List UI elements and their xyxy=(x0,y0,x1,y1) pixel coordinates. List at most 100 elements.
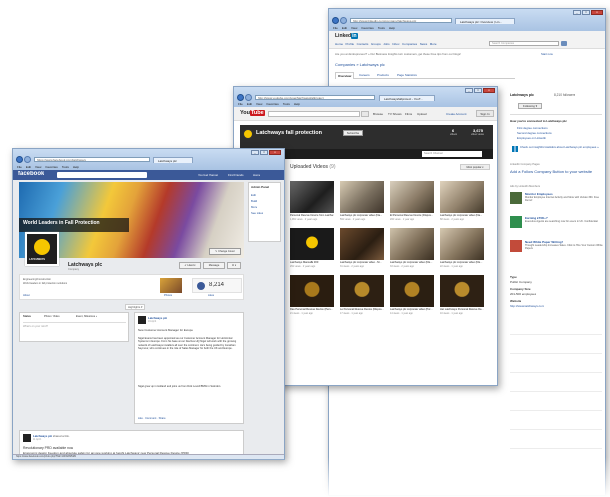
maximize-button[interactable]: □ xyxy=(474,88,482,93)
photos-link[interactable]: Photos xyxy=(164,294,172,297)
likes-link[interactable]: Likes xyxy=(208,294,214,297)
admin-item[interactable]: See Likes xyxy=(251,211,263,215)
close-button[interactable]: x xyxy=(483,88,495,93)
video-thumbnail[interactable] xyxy=(390,181,434,213)
connection-link[interactable]: Second degree connections xyxy=(517,131,552,135)
menu-item[interactable]: Tools xyxy=(283,102,290,106)
menu-item[interactable]: Help xyxy=(389,26,395,30)
video-title[interactable]: Latchways plc corporate video (Fla... xyxy=(440,214,484,217)
connection-link[interactable]: Employees on LinkedIn xyxy=(517,136,546,140)
video-title[interactable]: Latchways plc corporate video - M... xyxy=(340,261,384,264)
change-cover-button[interactable]: ✎ Change Cover xyxy=(209,248,241,255)
video-title[interactable]: Latchways plc corporate video (Por... xyxy=(390,308,434,311)
maximize-button[interactable]: □ xyxy=(260,150,268,155)
insightful-link[interactable]: Check out insightful statistics about La… xyxy=(520,146,602,149)
menu-item[interactable]: File xyxy=(238,102,243,106)
tab-products[interactable]: Products xyxy=(377,73,389,77)
admin-item[interactable]: Build xyxy=(251,199,257,203)
close-button[interactable]: x xyxy=(269,150,281,155)
nav-item[interactable]: Home xyxy=(335,42,343,46)
admin-item[interactable]: Edit xyxy=(251,193,256,197)
video-thumbnail[interactable] xyxy=(390,275,434,307)
video-title[interactable]: Das Personal Rescue Device (Pers... xyxy=(290,308,334,311)
browser-tab[interactable]: Latchwaysfallprotect - YouT... xyxy=(379,95,435,101)
promo-link[interactable]: Start now xyxy=(541,52,553,56)
menu-item[interactable]: View xyxy=(351,26,357,30)
search-input[interactable]: Search Companies xyxy=(489,41,559,46)
video-title[interactable]: Latchways plc corporate video (Dis... xyxy=(440,261,484,264)
composer-tab-photo[interactable]: Photo / Video xyxy=(44,315,60,318)
follow-button-link[interactable]: Add a Follow Company Button to your webs… xyxy=(510,170,602,174)
minimize-button[interactable]: _ xyxy=(573,10,581,15)
menu-item[interactable]: Edit xyxy=(342,26,347,30)
admin-panel[interactable]: Admin Panel Edit Build More See Likes xyxy=(248,182,281,242)
video-thumbnail[interactable] xyxy=(440,181,484,213)
menu-item[interactable]: Tools xyxy=(62,165,69,169)
video-thumbnail[interactable] xyxy=(290,275,334,307)
nav-item[interactable]: Profile xyxy=(346,42,355,46)
tab-careers[interactable]: Careers xyxy=(359,73,370,77)
nav-item[interactable]: News xyxy=(420,42,428,46)
liked-button[interactable]: ✔ Liked ▾ xyxy=(179,262,201,269)
forward-button[interactable] xyxy=(245,94,252,101)
video-title[interactable]: Le Personal Rescue Device (Dispos... xyxy=(340,308,384,311)
menu-item[interactable]: Help xyxy=(73,165,79,169)
header-link[interactable]: Home xyxy=(253,173,260,177)
video-thumbnail[interactable] xyxy=(340,181,384,213)
post-avatar[interactable] xyxy=(138,316,146,324)
nav-item[interactable]: More xyxy=(430,42,437,46)
menu-item[interactable]: Edit xyxy=(247,102,252,106)
menu-item[interactable]: Help xyxy=(294,102,300,106)
settings-button[interactable]: ⚙ ▾ xyxy=(227,262,241,269)
website-link[interactable]: http://www.latchways.com xyxy=(510,304,544,308)
maximize-button[interactable]: □ xyxy=(582,10,590,15)
nav-item[interactable]: Contacts xyxy=(357,42,369,46)
video-thumbnail[interactable] xyxy=(440,228,484,260)
menu-item[interactable]: File xyxy=(17,165,22,169)
search-input[interactable] xyxy=(57,172,147,178)
back-button[interactable] xyxy=(237,94,244,101)
browser-tab[interactable]: Latchways plc xyxy=(153,157,193,163)
post-actions[interactable]: Like · Comment · Share xyxy=(138,417,166,420)
video-title[interactable]: Latchways plc corporate video (Dis... xyxy=(390,261,434,264)
composer-tab-status[interactable]: Status xyxy=(23,315,31,318)
video-title[interactable]: Latchways MansafE 300 xyxy=(290,261,334,264)
menu-item[interactable]: Edit xyxy=(26,165,31,169)
highlights-dropdown[interactable]: Highlights ▾ xyxy=(125,304,146,310)
nav-item[interactable]: Inbox xyxy=(392,42,399,46)
close-button[interactable]: x xyxy=(591,10,603,15)
minimize-button[interactable]: _ xyxy=(465,88,473,93)
post-avatar[interactable] xyxy=(23,434,31,442)
back-button[interactable] xyxy=(332,17,339,24)
video-thumbnail[interactable] xyxy=(290,228,334,260)
back-button[interactable] xyxy=(16,156,23,163)
browser-tab[interactable]: Latchways plc: Overview | Lin... xyxy=(455,18,515,24)
likes-box[interactable]: 8,214 xyxy=(192,278,242,293)
video-thumbnail[interactable] xyxy=(290,181,334,213)
profile-picture[interactable]: LATCHWAYS xyxy=(25,232,59,266)
composer-tab-event[interactable]: Event, Milestone + xyxy=(76,315,97,318)
menu-item[interactable]: Favorites xyxy=(266,102,278,106)
address-bar[interactable]: http://www.linkedin.com/company/latchway… xyxy=(350,18,452,23)
following-button[interactable]: Following ▾ xyxy=(518,103,542,109)
minimize-button[interactable]: _ xyxy=(251,150,259,155)
admin-item[interactable]: More xyxy=(251,205,257,209)
video-title[interactable]: Personal Rescue Device from Latchw... xyxy=(290,214,334,217)
menu-item[interactable]: View xyxy=(35,165,41,169)
video-title[interactable]: El Personal Rescue Device (Dispos... xyxy=(390,214,434,217)
menu-item[interactable]: View xyxy=(256,102,262,106)
forward-button[interactable] xyxy=(340,17,347,24)
message-button[interactable]: Message xyxy=(203,262,225,269)
search-icon[interactable] xyxy=(561,41,567,46)
menu-item[interactable]: Favorites xyxy=(45,165,57,169)
video-thumbnail[interactable] xyxy=(340,228,384,260)
video-thumbnail[interactable] xyxy=(340,275,384,307)
tab-overview[interactable]: Overview xyxy=(335,72,355,79)
menu-item[interactable]: Favorites xyxy=(361,26,373,30)
menu-item[interactable]: Tools xyxy=(378,26,385,30)
connection-link[interactable]: First degree connections xyxy=(517,126,548,130)
about-link[interactable]: About xyxy=(23,294,30,297)
address-bar[interactable]: https://www.facebook.com/latchways xyxy=(34,157,150,162)
video-thumbnail[interactable] xyxy=(390,228,434,260)
facebook-logo[interactable]: facebook xyxy=(18,171,44,177)
